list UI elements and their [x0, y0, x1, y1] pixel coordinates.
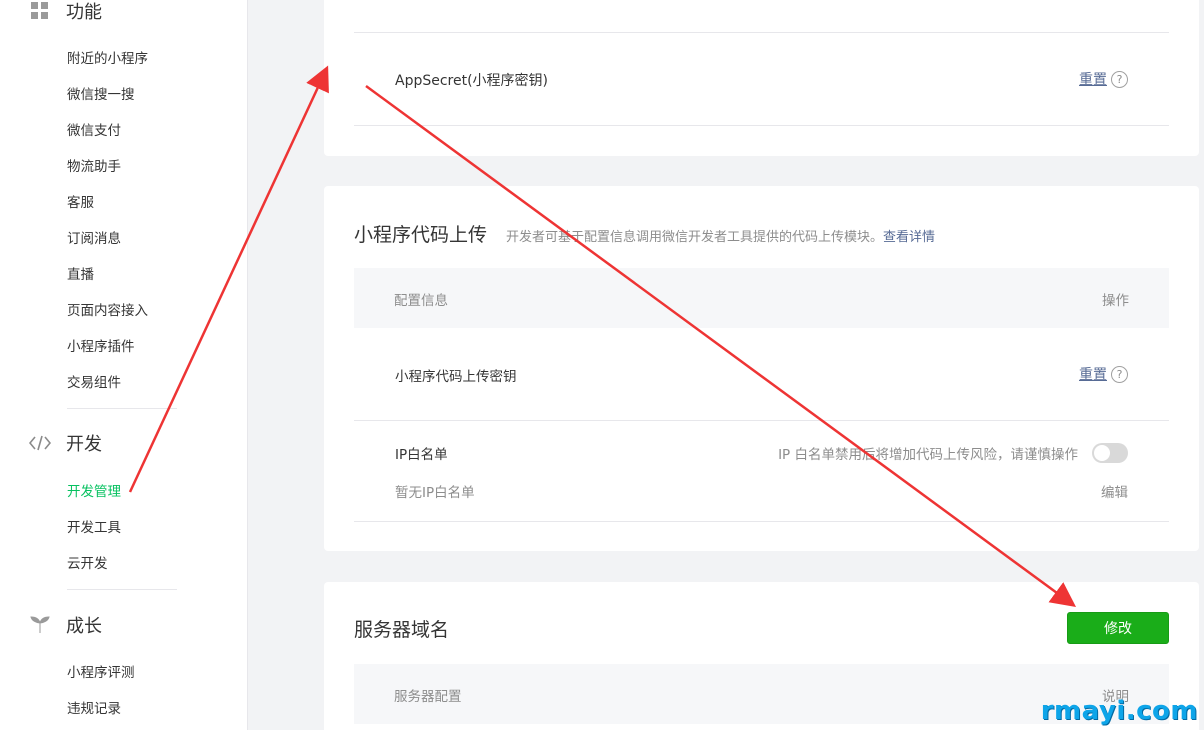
- section-function: 功能: [28, 0, 102, 24]
- ip-whitelist-empty: 暂无IP白名单: [395, 485, 475, 501]
- upload-key-actions: 重置?: [1079, 364, 1128, 384]
- toggle-knob: [1094, 445, 1110, 461]
- sidebar-item-page-content[interactable]: 页面内容接入: [67, 302, 148, 320]
- sidebar-item-search[interactable]: 微信搜一搜: [67, 86, 135, 104]
- sidebar-divider: [67, 408, 177, 409]
- code-upload-card: 小程序代码上传 开发者可基于配置信息调用微信开发者工具提供的代码上传模块。 查看…: [324, 186, 1199, 551]
- section-dev: 开发: [28, 430, 102, 456]
- section-growth: 成长: [28, 612, 102, 638]
- sidebar-item-dev-tools[interactable]: 开发工具: [67, 519, 121, 537]
- appsecret-actions: 重置?: [1079, 69, 1128, 89]
- divider: [354, 32, 1169, 33]
- code-upload-header: 小程序代码上传 开发者可基于配置信息调用微信开发者工具提供的代码上传模块。 查看…: [354, 220, 935, 247]
- upload-key-label: 小程序代码上传密钥: [395, 369, 517, 385]
- sprout-icon: [28, 613, 52, 637]
- section-title: 开发: [66, 434, 102, 455]
- column-header-server-config: 服务器配置: [394, 689, 462, 705]
- section-title: 小程序代码上传: [354, 224, 488, 246]
- divider: [354, 420, 1169, 421]
- sidebar-divider: [67, 589, 177, 590]
- sidebar-item-service[interactable]: 客服: [67, 194, 94, 212]
- sidebar-item-cloud[interactable]: 云开发: [67, 555, 108, 573]
- section-title: 成长: [66, 616, 102, 637]
- watermark: rmayi.com: [1040, 696, 1198, 726]
- ip-whitelist-warning: IP 白名单禁用后将增加代码上传风险，请谨慎操作: [778, 447, 1078, 463]
- divider: [354, 521, 1169, 522]
- ip-whitelist-edit-link[interactable]: 编辑: [1101, 481, 1128, 501]
- help-icon[interactable]: ?: [1111, 366, 1128, 383]
- page: 功能 附近的小程序 微信搜一搜 微信支付 物流助手 客服 订阅消息 直播 页面内…: [0, 0, 1204, 730]
- ip-whitelist-label: IP白名单: [395, 447, 448, 463]
- code-icon: [28, 431, 52, 455]
- sidebar-item-nearby[interactable]: 附近的小程序: [67, 50, 148, 68]
- sidebar-item-evaluation[interactable]: 小程序评测: [67, 664, 135, 682]
- table-header: 配置信息 操作: [354, 268, 1169, 328]
- sidebar-item-violations[interactable]: 违规记录: [67, 700, 121, 718]
- sidebar: 功能 附近的小程序 微信搜一搜 微信支付 物流助手 客服 订阅消息 直播 页面内…: [0, 0, 248, 730]
- appsecret-label: AppSecret(小程序密钥): [395, 73, 549, 89]
- column-header-config: 配置信息: [394, 293, 448, 309]
- sidebar-item-trade[interactable]: 交易组件: [67, 374, 121, 392]
- section-title: 功能: [66, 2, 102, 23]
- sidebar-item-dev-manage[interactable]: 开发管理: [67, 483, 121, 501]
- ip-whitelist-toggle[interactable]: [1092, 443, 1128, 463]
- sidebar-item-live[interactable]: 直播: [67, 266, 94, 284]
- details-link[interactable]: 查看详情: [883, 226, 935, 245]
- appsecret-reset-link[interactable]: 重置: [1079, 72, 1107, 88]
- modify-button[interactable]: 修改: [1067, 612, 1169, 644]
- appsecret-card: AppSecret(小程序密钥) 重置?: [324, 0, 1199, 156]
- section-description: 开发者可基于配置信息调用微信开发者工具提供的代码上传模块。: [506, 230, 884, 245]
- grid-icon: [28, 0, 52, 23]
- divider: [354, 125, 1169, 126]
- sidebar-item-plugins[interactable]: 小程序插件: [67, 338, 135, 356]
- section-title: 服务器域名: [354, 619, 450, 641]
- help-icon[interactable]: ?: [1111, 71, 1128, 88]
- upload-key-reset-link[interactable]: 重置: [1079, 367, 1107, 383]
- sidebar-item-pay[interactable]: 微信支付: [67, 122, 121, 140]
- sidebar-item-subscribe[interactable]: 订阅消息: [67, 230, 121, 248]
- sidebar-item-logistics[interactable]: 物流助手: [67, 158, 121, 176]
- column-header-action: 操作: [1102, 293, 1129, 309]
